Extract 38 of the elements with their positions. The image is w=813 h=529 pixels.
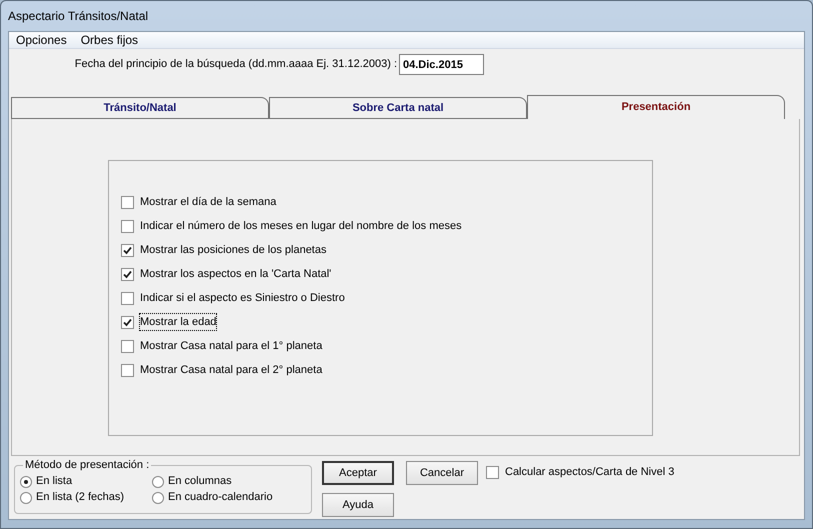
checkbox[interactable]: [121, 364, 134, 376]
checkbox[interactable]: [121, 340, 134, 352]
option-label: Mostrar Casa natal para el 2° planeta: [140, 362, 322, 378]
radio-button[interactable]: [20, 476, 32, 488]
checkbox[interactable]: [121, 196, 134, 208]
date-label: Fecha del principio de la búsqueda (dd.mm.aaaa Ej. 31.12.2003) :: [74, 57, 398, 72]
checkbox-label: Calcular aspectos/Carta de Nivel 3: [505, 465, 674, 480]
date-field[interactable]: 04.Dic.2015: [399, 54, 484, 75]
tab[interactable]: Tránsito/Natal: [11, 97, 269, 119]
option-label: Mostrar los aspectos en la 'Carta Natal': [140, 266, 332, 282]
option-label: Indicar si el aspecto es Siniestro o Diestro: [140, 290, 345, 306]
dialog-button[interactable]: Cancelar: [406, 461, 478, 485]
menu-item[interactable]: Orbes fijos: [80, 31, 138, 49]
group-title: Método de presentación :: [23, 458, 152, 472]
checkbox[interactable]: [121, 220, 134, 232]
tab[interactable]: Presentación: [527, 95, 785, 119]
option-label: Indicar el número de los meses en lugar del nombre de los meses: [140, 218, 462, 234]
radio-label: En lista (2 fechas): [36, 490, 124, 506]
radio-button[interactable]: [20, 492, 32, 504]
checkbox[interactable]: [121, 316, 134, 328]
radio-label: En columnas: [168, 474, 232, 490]
dialog-button[interactable]: Aceptar: [322, 461, 394, 485]
checkbox[interactable]: [121, 244, 134, 256]
option-label: Mostrar Casa natal para el 1° planeta: [140, 338, 322, 354]
radio-label: En cuadro-calendario: [168, 490, 273, 506]
option-label: Mostrar la edad: [140, 314, 216, 330]
option-label: Mostrar las posiciones de los planetas: [140, 242, 326, 258]
tab[interactable]: Sobre Carta natal: [269, 97, 527, 119]
radio-button[interactable]: [152, 492, 164, 504]
option-label: Mostrar el día de la semana: [140, 194, 276, 210]
radio-label: En lista: [36, 474, 72, 490]
menu-item[interactable]: Opciones: [16, 31, 67, 49]
checkbox[interactable]: [121, 292, 134, 304]
checkbox[interactable]: [486, 466, 499, 479]
window-title: Aspectario Tránsitos/Natal: [8, 8, 148, 25]
radio-button[interactable]: [152, 476, 164, 488]
checkbox[interactable]: [121, 268, 134, 280]
dialog-button[interactable]: Ayuda: [322, 493, 394, 518]
